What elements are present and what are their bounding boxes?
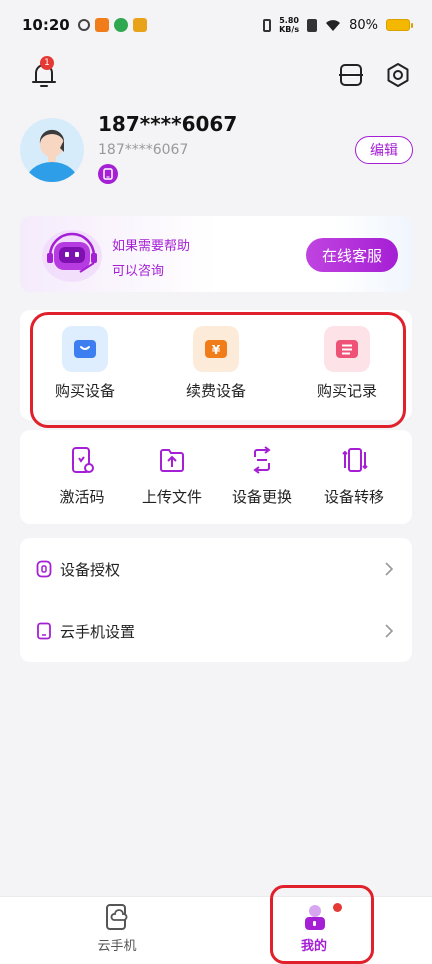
wifi-icon (326, 19, 341, 31)
tool-item-device-replace[interactable]: 设备更换 (224, 446, 300, 507)
settings-gear-icon[interactable] (385, 62, 411, 88)
tab-cloud-phone[interactable]: 云手机 (77, 903, 157, 954)
phone-settings-icon (37, 622, 51, 640)
chevron-right-icon (385, 562, 394, 576)
phone-icon (103, 168, 113, 180)
purchase-highlight-annotation (30, 312, 406, 428)
device-replace-icon (253, 446, 271, 474)
tab-highlight-annotation (270, 885, 374, 964)
username: 187****6067 (98, 112, 238, 136)
edit-profile-button[interactable]: 编辑 (355, 136, 413, 164)
tool-item-activation-code[interactable]: 激活码 (44, 446, 120, 507)
status-bar: 10:20 5.80 KB/s 80% (0, 0, 432, 50)
list-item-cloud-phone-settings[interactable]: 云手机设置 (20, 600, 412, 662)
battery-icon (386, 19, 413, 31)
activation-code-icon (72, 447, 94, 473)
tool-item-upload-file[interactable]: 上传文件 (134, 446, 210, 507)
chevron-right-icon (385, 624, 394, 638)
scan-icon[interactable] (338, 62, 364, 88)
user-phone: 187****6067 (98, 142, 189, 158)
upload-file-icon (160, 449, 184, 472)
status-app-icons (77, 18, 147, 32)
customer-service-robot-icon (42, 230, 102, 282)
online-service-button[interactable]: 在线客服 (306, 238, 398, 272)
app-notification-icon (94, 18, 109, 32)
device-badge (98, 164, 118, 184)
settings-list-card: 设备授权 云手机设置 (20, 538, 412, 662)
device-transfer-icon (342, 448, 368, 472)
avatar-illustration-icon (26, 129, 78, 182)
net-speed: 5.80 KB/s (279, 16, 300, 34)
list-item-device-authorization[interactable]: 设备授权 (20, 538, 412, 600)
avatar[interactable] (20, 118, 84, 182)
help-text-line1: 如果需要帮助 (112, 239, 191, 254)
help-text-line2: 可以咨询 (112, 264, 165, 279)
top-bar: 1 (0, 56, 432, 96)
tool-item-device-transfer[interactable]: 设备转移 (312, 446, 396, 507)
app-notification-icon (113, 18, 128, 32)
app-notification-icon (77, 19, 90, 31)
notification-badge: 1 (40, 56, 54, 70)
cloud-phone-icon (106, 904, 128, 930)
app-notification-icon (132, 18, 147, 32)
status-time: 10:20 (22, 16, 70, 34)
profile-section: 187****6067 187****6067 编辑 (0, 112, 432, 192)
help-card: 如果需要帮助 可以咨询 在线客服 (20, 216, 412, 292)
tools-card: 激活码 上传文件 设备更换 设备转移 (20, 430, 412, 524)
battery-percent: 80% (349, 17, 378, 33)
sim-icon (307, 18, 318, 32)
authorization-icon (36, 560, 52, 578)
vibrate-icon (263, 18, 272, 32)
